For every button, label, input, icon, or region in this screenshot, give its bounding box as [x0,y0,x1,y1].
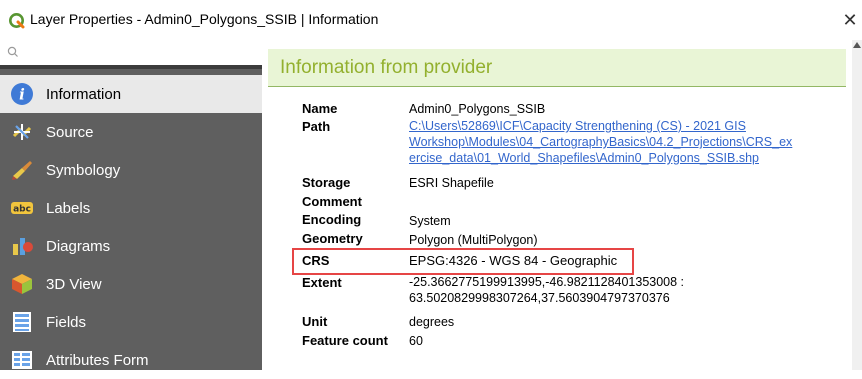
sidebar-item-label: Diagrams [46,237,111,255]
extent-value: -25.3662775199913995,-46.982112840135300… [409,274,684,306]
extent-line-1: -25.3662775199913995,-46.982112840135300… [409,275,685,289]
sidebar-item-label: Attributes Form [46,351,149,369]
sidebar-item-label: Fields [46,313,87,331]
path-label: Path [302,119,331,134]
close-button[interactable]: ✕ [838,7,862,33]
unit-value: degrees [409,315,455,329]
svg-text:abc: abc [13,205,31,215]
section-header: Information from provider [268,49,846,87]
info-icon: i [10,82,34,106]
close-icon: ✕ [842,10,858,30]
sidebar: i Information Source Symbology abc Label… [0,40,262,370]
sidebar-item-3d-view[interactable]: 3D View [0,265,262,303]
title-bar: Layer Properties - Admin0_Polygons_SSIB … [0,0,862,40]
geometry-value: Polygon (MultiPolygon) [409,233,538,247]
feature-count-value: 60 [409,334,423,348]
sidebar-item-information[interactable]: i Information [0,75,262,113]
svg-text:i: i [19,86,25,104]
storage-value: ESRI Shapefile [409,176,494,190]
sidebar-item-label: Symbology [46,161,121,179]
sidebar-item-symbology[interactable]: Symbology [0,151,262,189]
crs-value: EPSG:4326 - WGS 84 - Geographic [409,253,618,268]
diagrams-icon [10,234,34,258]
info-table: Name Admin0_Polygons_SSIB Path C:\Users\… [266,95,852,370]
section-title: Information from provider [280,57,493,78]
path-line-3: ercise_data\01_World_Shapefiles\Admin0_P… [409,151,759,165]
comment-label: Comment [302,194,362,209]
sidebar-item-label: 3D View [46,275,102,293]
sidebar-item-labels[interactable]: abc Labels [0,189,262,227]
sidebar-item-source[interactable]: Source [0,113,262,151]
fields-icon [10,310,34,334]
search-icon [7,45,19,57]
geometry-label: Geometry [302,231,363,246]
sidebar-item-label: Labels [46,199,91,217]
path-link[interactable]: C:\Users\52869\ICF\Capacity Strengthenin… [409,118,792,166]
sidebar-item-label: Information [46,85,122,103]
window-title: Layer Properties - Admin0_Polygons_SSIB … [30,11,379,27]
information-panel: Information from provider Name Admin0_Po… [262,40,852,370]
path-line-1: C:\Users\52869\ICF\Capacity Strengthenin… [409,119,746,133]
labels-icon: abc [10,196,34,220]
crs-label: CRS [302,253,330,268]
search-input[interactable] [0,40,262,69]
encoding-value: System [409,214,451,228]
scroll-up-icon[interactable] [853,42,861,48]
qgis-logo-icon [9,13,25,29]
extent-label: Extent [302,275,342,290]
sidebar-item-fields[interactable]: Fields [0,303,262,341]
attributes-form-icon [10,348,34,372]
encoding-label: Encoding [302,212,362,227]
unit-label: Unit [302,314,328,329]
source-icon [10,120,34,144]
extent-line-2: 63.5020829998307264,37.5603904797370376 [409,291,670,305]
symbology-icon [10,158,34,182]
path-line-2: Workshop\Modules\04_CartographyBasics\04… [409,135,793,149]
storage-label: Storage [302,175,351,190]
sidebar-item-diagrams[interactable]: Diagrams [0,227,262,265]
sidebar-item-label: Source [46,123,94,141]
sidebar-item-attributes-form[interactable]: Attributes Form [0,341,262,379]
feature-count-label: Feature count [302,333,388,348]
name-value: Admin0_Polygons_SSIB [409,102,546,116]
name-label: Name [302,101,338,116]
3d-view-icon [10,272,34,296]
vertical-scrollbar[interactable] [852,40,862,370]
